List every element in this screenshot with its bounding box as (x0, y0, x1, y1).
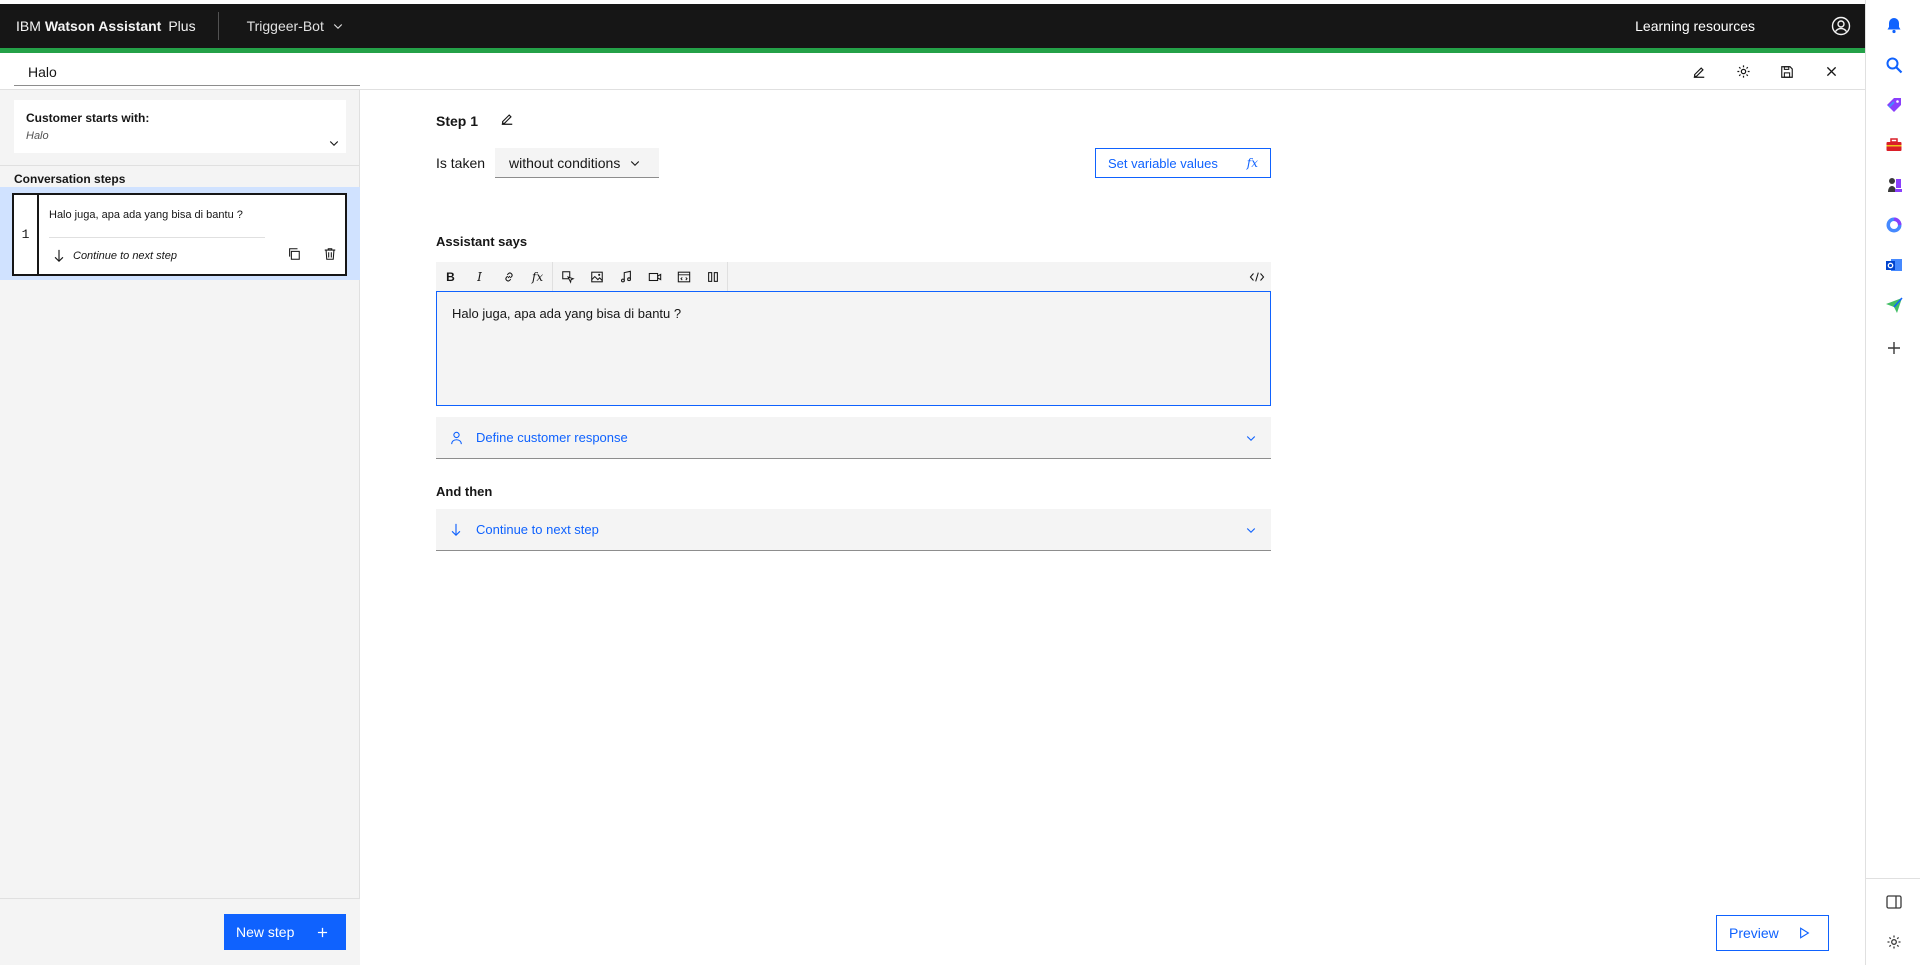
trash-icon[interactable] (323, 247, 337, 264)
play-icon (1800, 927, 1810, 939)
assistant-name: Triggeer-Bot (246, 18, 324, 34)
define-customer-response-label: Define customer response (476, 430, 628, 445)
chevron-down-icon (630, 160, 640, 166)
user-icon (450, 431, 466, 445)
new-step-label: New step (236, 924, 295, 940)
close-icon[interactable] (1809, 53, 1853, 90)
step-number: 1 (14, 195, 39, 274)
audio-icon[interactable] (611, 262, 640, 291)
settings-icon[interactable] (1884, 932, 1904, 952)
preview-button[interactable]: Preview (1716, 915, 1829, 951)
action-name-input[interactable] (14, 59, 360, 86)
image-icon[interactable] (582, 262, 611, 291)
define-customer-response-accordion[interactable]: Define customer response (436, 417, 1271, 459)
arrow-down-icon (450, 523, 466, 537)
code-view-icon[interactable] (1242, 262, 1271, 291)
conversation-steps-panel: Customer starts with: Halo Conversation … (0, 90, 360, 965)
chess-icon[interactable] (1884, 175, 1904, 195)
gear-icon[interactable] (1721, 53, 1765, 90)
action-title-bar (0, 53, 1865, 90)
step-next-label: Continue to next step (73, 250, 177, 262)
chevron-down-icon (1245, 524, 1257, 536)
edit-icon[interactable] (1677, 53, 1721, 90)
option-icon[interactable] (553, 262, 582, 291)
step-condition-row: Is taken without conditions (436, 148, 660, 178)
set-variable-values-label: Set variable values (1108, 155, 1218, 171)
brand-prefix: IBM (16, 18, 41, 34)
and-then-heading: And then (436, 484, 493, 499)
step-editor: Step 1 Is taken without conditions Set v… (360, 90, 1865, 965)
condition-dropdown[interactable]: without conditions (495, 148, 660, 178)
header-divider (217, 12, 219, 40)
edit-icon[interactable] (500, 112, 514, 129)
save-icon[interactable] (1765, 53, 1809, 90)
chevron-down-icon (1245, 432, 1257, 444)
outlook-icon[interactable] (1884, 255, 1904, 275)
customer-starts-value: Halo (26, 130, 49, 142)
is-taken-label: Is taken (436, 155, 486, 171)
chevron-down-icon[interactable] (328, 137, 340, 149)
toolbox-icon[interactable] (1884, 135, 1904, 155)
function-icon: fx (1246, 156, 1258, 170)
step-card[interactable]: 1 Halo juga, apa ada yang bisa di bantu … (12, 193, 347, 276)
rich-text-toolbar: B I fx (436, 262, 1271, 291)
duplicate-icon[interactable] (287, 247, 301, 264)
step-list-item-selected: 1 Halo juga, apa ada yang bisa di bantu … (0, 187, 360, 280)
top-header: IBM Watson Assistant Plus Triggeer-Bot L… (0, 4, 1865, 48)
step-title-text: Step 1 (436, 112, 479, 129)
arrow-down-icon (54, 249, 64, 263)
left-panel-footer: New step (0, 898, 360, 965)
function-icon[interactable]: fx (523, 262, 552, 291)
toolbar-divider (727, 262, 728, 291)
copilot-icon[interactable] (1884, 215, 1904, 235)
preview-label: Preview (1729, 925, 1779, 941)
step-title: Step 1 (436, 112, 514, 129)
customer-starts-label: Customer starts with: (26, 111, 150, 125)
rail-divider (1866, 878, 1920, 879)
and-then-accordion[interactable]: Continue to next step (436, 509, 1271, 551)
and-then-value: Continue to next step (476, 522, 599, 537)
browser-side-rail (1865, 0, 1920, 965)
brand-name: Watson Assistant (44, 18, 162, 34)
plus-icon (317, 927, 328, 937)
italic-icon[interactable]: I (465, 262, 494, 291)
tag-icon[interactable] (1884, 95, 1904, 115)
bold-icon[interactable]: B (436, 262, 465, 291)
sidebar-toggle-icon[interactable] (1884, 892, 1904, 912)
step-next-indicator: Continue to next step (53, 249, 177, 263)
set-variable-values-button[interactable]: Set variable values fx (1095, 148, 1271, 178)
condition-value: without conditions (509, 154, 621, 171)
learning-resources-link[interactable]: Learning resources (1635, 18, 1755, 34)
iframe-icon[interactable] (669, 262, 698, 291)
bell-icon[interactable] (1884, 15, 1904, 35)
user-avatar-icon[interactable] (1817, 4, 1865, 48)
plan-name: Plus (168, 18, 196, 34)
customer-starts-card[interactable]: Customer starts with: Halo (14, 100, 346, 153)
search-icon[interactable] (1884, 55, 1904, 75)
assistant-switcher[interactable]: Triggeer-Bot (247, 18, 344, 34)
link-icon[interactable] (494, 262, 523, 291)
step-preview-text: Halo juga, apa ada yang bisa di bantu ? (49, 209, 243, 221)
pause-icon[interactable] (698, 262, 727, 291)
video-icon[interactable] (640, 262, 669, 291)
new-step-button[interactable]: New step (224, 914, 346, 950)
step-divider (49, 237, 265, 238)
product-brand[interactable]: IBM Watson Assistant Plus (0, 4, 196, 48)
assistant-response-editor[interactable]: Halo juga, apa ada yang bisa di bantu ? (436, 291, 1271, 406)
chevron-down-icon (333, 24, 343, 30)
send-icon[interactable] (1884, 295, 1904, 315)
plus-icon[interactable] (1884, 338, 1904, 358)
assistant-says-heading: Assistant says (436, 234, 528, 249)
